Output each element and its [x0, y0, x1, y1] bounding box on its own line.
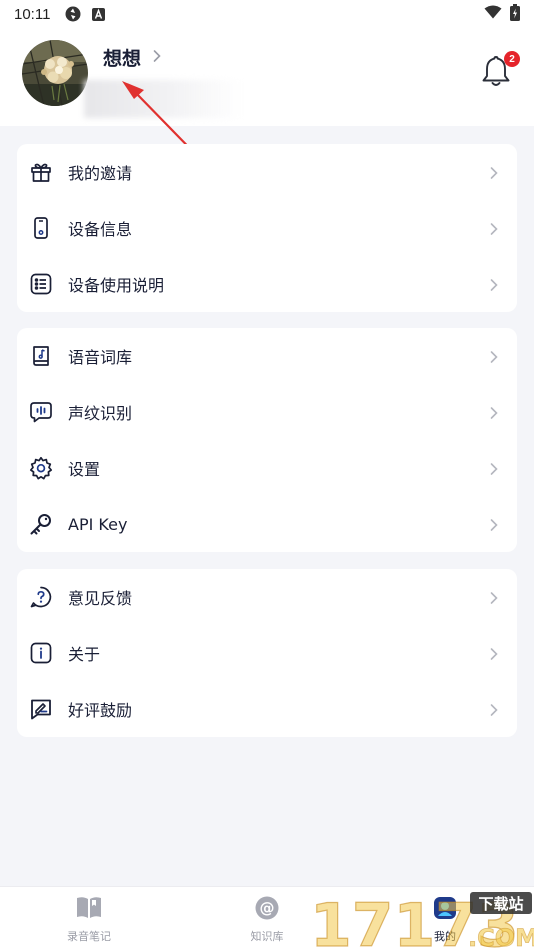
blurred-profile-detail — [84, 80, 242, 118]
chevron-right-icon — [489, 461, 499, 480]
profile-header: 想想 2 — [0, 28, 534, 126]
menu-item-label: 语音词库 — [68, 348, 133, 367]
menu-item-settings[interactable]: 设置 — [17, 440, 517, 496]
chevron-right-icon — [489, 165, 499, 184]
menu-item-voiceprint[interactable]: 声纹识别 — [17, 384, 517, 440]
notification-badge: 2 — [504, 51, 520, 67]
profile-name[interactable]: 想想 — [103, 44, 141, 71]
menu-item-label: 设置 — [68, 460, 101, 479]
tab-label: 录音笔记 — [67, 930, 111, 943]
sync-icon — [64, 5, 82, 23]
menu-group-support: 意见反馈 关于 好评鼓励 — [17, 569, 517, 737]
watermark-tag: 下载站 — [478, 895, 523, 913]
tab-recording-notes[interactable]: 录音笔记 — [44, 895, 134, 944]
menu-item-label: 意见反馈 — [68, 589, 133, 608]
settings-gear-icon — [29, 456, 53, 480]
menu-item-device-manual[interactable]: 设备使用说明 — [17, 256, 517, 312]
menu-item-label: API Key — [68, 514, 128, 534]
book-open-icon — [75, 895, 103, 925]
music-book-icon — [29, 344, 53, 368]
chevron-right-icon — [489, 405, 499, 424]
status-bar: 10:11 — [0, 0, 534, 28]
chevron-right-icon — [489, 349, 499, 368]
info-icon — [29, 641, 53, 665]
avatar[interactable] — [22, 40, 88, 106]
menu-item-voice-library[interactable]: 语音词库 — [17, 328, 517, 384]
voiceprint-icon — [29, 400, 53, 424]
menu-item-label: 好评鼓励 — [68, 701, 133, 720]
tab-label: 知识库 — [250, 930, 284, 943]
profile-chevron-icon[interactable] — [152, 48, 162, 67]
menu-item-rate-us[interactable]: 好评鼓励 — [17, 681, 517, 737]
battery-icon — [510, 3, 520, 25]
menu-item-label: 我的邀请 — [68, 164, 133, 183]
menu-item-label: 关于 — [68, 645, 101, 664]
list-icon — [29, 272, 53, 296]
rating-icon — [29, 697, 53, 721]
chevron-right-icon — [489, 221, 499, 240]
key-icon — [29, 512, 53, 536]
menu-item-feedback[interactable]: 意见反馈 — [17, 569, 517, 625]
menu-group-voice: 语音词库 声纹识别 设置 API Key — [17, 328, 517, 552]
menu-item-label: 设备信息 — [68, 220, 133, 239]
wifi-icon — [484, 5, 502, 23]
menu-item-label: 声纹识别 — [68, 404, 133, 423]
at-icon: @ — [254, 895, 280, 925]
a-notification-icon — [92, 7, 106, 21]
chevron-right-icon — [489, 590, 499, 609]
status-time: 10:11 — [14, 5, 51, 23]
menu-item-about[interactable]: 关于 — [17, 625, 517, 681]
phone-device-icon — [29, 216, 53, 240]
tab-knowledge-base[interactable]: @ 知识库 — [222, 895, 312, 944]
chevron-right-icon — [489, 277, 499, 296]
chevron-right-icon — [489, 702, 499, 721]
gift-icon — [29, 160, 53, 184]
chevron-right-icon — [489, 646, 499, 665]
menu-item-device-info[interactable]: 设备信息 — [17, 200, 517, 256]
chevron-right-icon — [489, 517, 499, 536]
question-icon — [29, 585, 53, 609]
watermark-domain: .COM — [468, 924, 534, 950]
menu-item-api-key[interactable]: API Key — [17, 496, 517, 552]
menu-item-label: 设备使用说明 — [68, 276, 165, 295]
menu-group-account: 我的邀请 设备信息 设备使用说明 — [17, 144, 517, 312]
svg-text:@: @ — [260, 899, 275, 917]
site-watermark: 17173 下载站 .COM — [309, 890, 534, 950]
menu-item-invitations[interactable]: 我的邀请 — [17, 144, 517, 200]
